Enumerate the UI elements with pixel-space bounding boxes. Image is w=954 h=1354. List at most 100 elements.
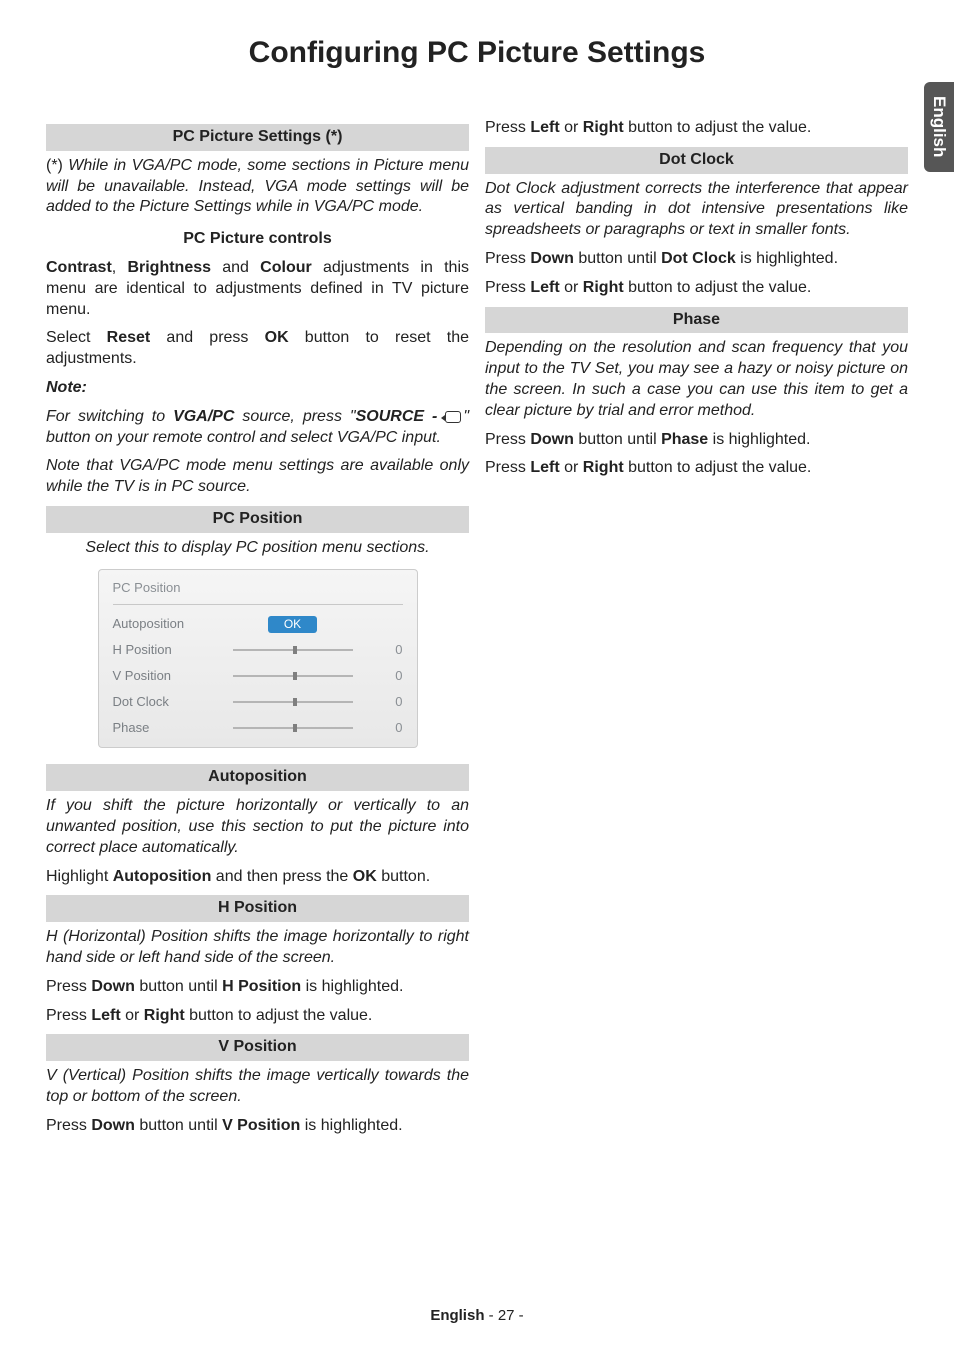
source-icon: [445, 411, 461, 423]
text-bold: Reset: [107, 329, 151, 346]
text-bold: V Position: [222, 1117, 300, 1134]
osd-value: 0: [373, 694, 403, 711]
text-bold: Left: [530, 459, 559, 476]
osd-mid: OK: [213, 616, 373, 634]
paragraph: (*) While in VGA/PC mode, some sections …: [46, 156, 469, 218]
text-bold: VGA/PC: [173, 408, 234, 425]
osd-slider: [233, 675, 353, 677]
osd-row-vposition: V Position 0: [113, 663, 403, 689]
paragraph: Depending on the resolution and scan fre…: [485, 338, 908, 421]
language-tab: English: [924, 82, 954, 172]
text: and press: [150, 329, 264, 346]
osd-value: 0: [373, 642, 403, 659]
text-bold: Right: [583, 279, 624, 296]
text-bold: Right: [583, 119, 624, 136]
right-column: Press Left or Right button to adjust the…: [485, 118, 908, 1145]
heading-pc-picture-settings: PC Picture Settings (*): [46, 124, 469, 151]
page-footer: English - 27 -: [0, 1307, 954, 1324]
text-bold: Brightness: [127, 259, 211, 276]
osd-menu: PC Position Autoposition OK H Position 0…: [98, 569, 418, 749]
text: is highlighted.: [300, 1117, 402, 1134]
text: Press: [485, 119, 530, 136]
text-bold: Down: [91, 1117, 135, 1134]
text-bold: Dot Clock: [661, 250, 736, 267]
osd-label: H Position: [113, 642, 213, 659]
heading-phase: Phase: [485, 307, 908, 334]
text: button to adjust the value.: [624, 279, 812, 296]
text: button to adjust the value.: [624, 119, 812, 136]
paragraph: Press Left or Right button to adjust the…: [46, 1006, 469, 1027]
text: or: [560, 119, 583, 136]
text-bold: Right: [583, 459, 624, 476]
heading-dot-clock: Dot Clock: [485, 147, 908, 174]
heading-autoposition: Autoposition: [46, 764, 469, 791]
osd-label: Dot Clock: [113, 694, 213, 711]
text-bold: Contrast: [46, 259, 112, 276]
text-bold: Right: [144, 1007, 185, 1024]
note-label: Note:: [46, 378, 469, 399]
text-bold: Down: [530, 250, 574, 267]
text: button until: [574, 431, 661, 448]
text-bold: Left: [530, 119, 559, 136]
text-bold: SOURCE -: [356, 408, 446, 425]
paragraph: H (Horizontal) Position shifts the image…: [46, 927, 469, 969]
osd-row-hposition: H Position 0: [113, 637, 403, 663]
osd-value: 0: [373, 668, 403, 685]
footer-sep: -: [484, 1307, 497, 1324]
osd-ok-button: OK: [268, 616, 317, 634]
text-bold: Colour: [260, 259, 312, 276]
text: is highlighted.: [708, 431, 810, 448]
osd-mid: [213, 649, 373, 651]
text-bold: Autoposition: [113, 868, 212, 885]
paragraph: If you shift the picture horizontally or…: [46, 796, 469, 858]
osd-title: PC Position: [113, 580, 403, 597]
osd-divider: [113, 604, 403, 605]
text: Press: [485, 279, 530, 296]
heading-pc-position: PC Position: [46, 506, 469, 533]
text: is highlighted.: [736, 250, 838, 267]
paragraph: Contrast, Brightness and Colour adjustme…: [46, 258, 469, 320]
osd-slider: [233, 649, 353, 651]
paragraph: Press Left or Right button to adjust the…: [485, 278, 908, 299]
text: Press: [46, 1007, 91, 1024]
osd-slider: [233, 701, 353, 703]
paragraph: Press Down button until Phase is highlig…: [485, 430, 908, 451]
text: and then press the: [211, 868, 352, 885]
text: or: [560, 459, 583, 476]
text-bold: Phase: [661, 431, 708, 448]
paragraph: For switching to VGA/PC source, press "S…: [46, 407, 469, 449]
paragraph: Press Left or Right button to adjust the…: [485, 118, 908, 139]
osd-mid: [213, 675, 373, 677]
paragraph: Press Down button until V Position is hi…: [46, 1116, 469, 1137]
footer-page-number: 27: [498, 1307, 515, 1324]
text: (*): [46, 157, 68, 174]
osd-slider-thumb: [293, 724, 297, 732]
page-title: Configuring PC Picture Settings: [0, 0, 954, 84]
text: Press: [46, 1117, 91, 1134]
text: Select: [46, 329, 107, 346]
paragraph: Dot Clock adjustment corrects the interf…: [485, 179, 908, 241]
paragraph: Select Reset and press OK button to rese…: [46, 328, 469, 370]
text: or: [121, 1007, 144, 1024]
text-bold: Left: [91, 1007, 120, 1024]
osd-slider-thumb: [293, 672, 297, 680]
text: source, press ": [234, 408, 355, 425]
heading-pc-picture-controls: PC Picture controls: [46, 226, 469, 253]
text: or: [560, 279, 583, 296]
text: button.: [377, 868, 430, 885]
text: button until: [135, 978, 222, 995]
text: ,: [112, 259, 128, 276]
footer-end: -: [515, 1307, 524, 1324]
content-area: PC Picture Settings (*) (*) While in VGA…: [0, 84, 954, 1145]
text: button to adjust the value.: [624, 459, 812, 476]
paragraph: Press Left or Right button to adjust the…: [485, 458, 908, 479]
text: Highlight: [46, 868, 113, 885]
text-bold: H Position: [222, 978, 301, 995]
osd-mid: [213, 727, 373, 729]
osd-slider-thumb: [293, 646, 297, 654]
paragraph: Press Down button until Dot Clock is hig…: [485, 249, 908, 270]
heading-v-position: V Position: [46, 1034, 469, 1061]
text: Press: [485, 431, 530, 448]
text: is highlighted.: [301, 978, 403, 995]
text: Press: [46, 978, 91, 995]
